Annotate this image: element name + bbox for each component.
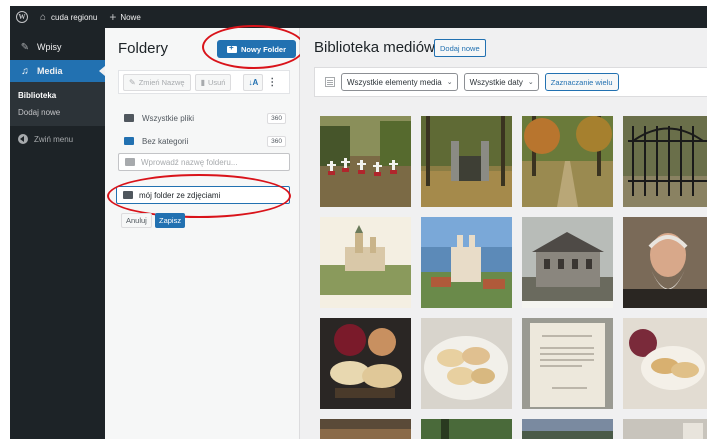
add-new-button[interactable]: Dodaj nowe: [434, 39, 486, 57]
media-thumb-old-man-portrait[interactable]: [623, 217, 707, 308]
sort-az-icon[interactable]: ↓A: [243, 73, 264, 91]
folder-label: Bez kategorii: [142, 136, 189, 146]
media-type-select[interactable]: Wszystkie elementy media ⌄: [341, 73, 458, 91]
folder-toolbar: ✎ Zmień Nazwę ▮ Usuń ↓A ⋮: [118, 70, 290, 94]
folder-icon: [124, 137, 134, 145]
media-icon: ♫: [21, 65, 29, 77]
folder-row-all-files[interactable]: Wszystkie pliki 360: [118, 110, 290, 126]
site-name-link[interactable]: ⌂ cuda regionu: [34, 6, 103, 28]
date-select[interactable]: Wszystkie daty ⌄: [463, 73, 539, 91]
folder-search-placeholder: Wprowadź nazwę folderu...: [141, 157, 238, 167]
save-button[interactable]: Zapisz: [155, 213, 186, 228]
highlight-ellipse: [202, 25, 305, 69]
sidebar-item-media[interactable]: ♫ Media: [10, 60, 105, 82]
folder-row-uncategorized[interactable]: Bez kategorii 360: [118, 133, 290, 149]
pencil-icon: ✎: [129, 77, 136, 87]
list-view-icon[interactable]: [325, 77, 335, 87]
folders-title: Foldery: [118, 40, 169, 57]
media-thumb-pierogi-plate[interactable]: [421, 318, 512, 409]
media-thumb-partial-1[interactable]: [320, 419, 411, 439]
media-thumb-park-gate[interactable]: [421, 116, 512, 207]
collapse-label: Zwiń menu: [34, 134, 74, 144]
cancel-button[interactable]: Anuluj: [121, 213, 152, 228]
folder-count: 360: [267, 135, 286, 147]
rename-button[interactable]: ✎ Zmień Nazwę: [123, 73, 191, 91]
date-value: Wszystkie daty: [469, 77, 523, 87]
chevron-down-icon: ⌄: [527, 79, 534, 86]
delete-label: Usuń: [207, 77, 226, 87]
media-thumb-monastery-painting[interactable]: [320, 217, 411, 308]
media-thumb-partial-4[interactable]: [623, 419, 707, 439]
new-content-link[interactable]: + Nowe: [103, 6, 146, 28]
folder-icon: [124, 114, 134, 122]
media-thumb-cemetery-crosses[interactable]: [320, 116, 411, 207]
media-thumb-partial-2[interactable]: [421, 419, 512, 439]
wordpress-logo-icon[interactable]: W: [10, 6, 34, 28]
submenu-item-add-new[interactable]: Dodaj nowe: [10, 104, 105, 121]
delete-button[interactable]: ▮ Usuń: [194, 73, 232, 91]
plus-icon: +: [109, 10, 117, 24]
media-thumb-autumn-alley[interactable]: [522, 116, 613, 207]
rename-label: Zmień Nazwę: [138, 77, 185, 87]
collapse-menu-button[interactable]: Zwiń menu: [10, 126, 105, 152]
folder-search-input[interactable]: Wprowadź nazwę folderu...: [118, 153, 290, 171]
media-type-value: Wszystkie elementy media: [347, 77, 442, 87]
media-library: Biblioteka mediów Dodaj nowe Wszystkie e…: [300, 28, 707, 439]
folders-panel: Foldery Nowy Folder ✎ Zmień Nazwę ▮ Usuń…: [105, 25, 305, 439]
collapse-icon: [18, 134, 28, 144]
highlight-ellipse: [107, 174, 291, 218]
trash-icon: ▮: [200, 77, 205, 87]
media-thumb-partial-3[interactable]: [522, 419, 613, 439]
page-title: Biblioteka mediów: [314, 39, 435, 56]
media-thumb-pierogi-dish[interactable]: [623, 318, 707, 409]
folder-label: Wszystkie pliki: [142, 113, 195, 123]
folder-count: 360: [267, 112, 286, 124]
more-options-icon[interactable]: ⋮: [267, 77, 277, 88]
media-thumb-old-manor[interactable]: [522, 217, 613, 308]
media-thumb-church-aerial[interactable]: [421, 217, 512, 308]
media-submenu: Biblioteka Dodaj nowe: [10, 82, 105, 126]
media-thumb-pierogi-onion[interactable]: [320, 318, 411, 409]
home-icon: ⌂: [40, 11, 47, 23]
admin-bar: W ⌂ cuda regionu + Nowe: [10, 6, 707, 28]
sidebar-item-label: Media: [37, 66, 63, 76]
site-name: cuda regionu: [51, 12, 98, 22]
submenu-item-library[interactable]: Biblioteka: [10, 87, 105, 104]
media-filter-bar: Wszystkie elementy media ⌄ Wszystkie dat…: [314, 67, 707, 166]
pin-icon: ✎: [20, 41, 30, 53]
sidebar-item-posts[interactable]: ✎ Wpisy: [10, 36, 105, 58]
admin-sidebar: ✎ Wpisy ♫ Media Biblioteka Dodaj nowe Zw…: [10, 28, 105, 439]
new-label: Nowe: [120, 12, 141, 22]
folder-search-icon: [125, 158, 135, 166]
bulk-select-button[interactable]: Zaznaczanie wielu: [544, 73, 619, 91]
sidebar-item-label: Wpisy: [37, 42, 62, 52]
media-thumb-iron-gate[interactable]: [623, 116, 707, 207]
chevron-down-icon: ⌄: [446, 79, 453, 86]
media-thumb-framed-document[interactable]: [522, 318, 613, 409]
